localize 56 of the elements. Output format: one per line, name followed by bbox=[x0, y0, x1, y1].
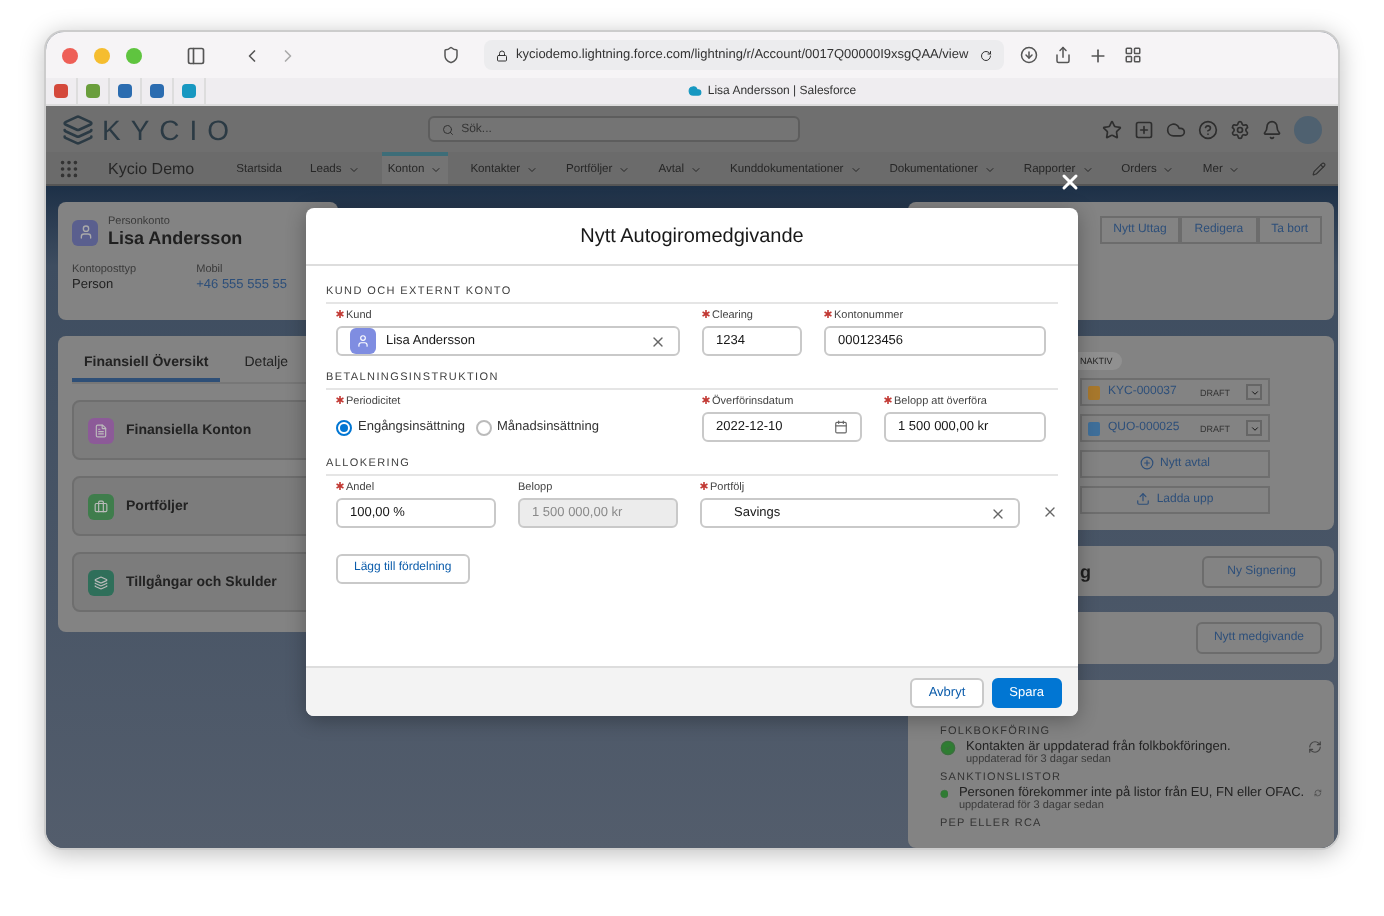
new-tab-icon[interactable] bbox=[1088, 45, 1108, 65]
chevron-down-icon[interactable] bbox=[618, 164, 631, 176]
required-icon bbox=[702, 310, 710, 318]
app-launcher-icon[interactable] bbox=[58, 157, 80, 179]
required-icon bbox=[824, 310, 832, 318]
plus-icon bbox=[1139, 456, 1154, 471]
chevron-down-icon bbox=[1249, 423, 1259, 433]
shield-icon[interactable] bbox=[442, 46, 460, 64]
card-heading: g bbox=[1080, 561, 1091, 582]
cloud-icon[interactable] bbox=[1166, 119, 1186, 139]
required-icon bbox=[702, 396, 710, 404]
sidebar-icon[interactable] bbox=[186, 45, 206, 65]
search-icon bbox=[441, 123, 454, 135]
close-window-button[interactable] bbox=[62, 47, 78, 63]
remove-icon[interactable] bbox=[1042, 504, 1058, 520]
tabs-overview-icon[interactable] bbox=[1124, 46, 1142, 64]
settings-icon[interactable] bbox=[1230, 119, 1250, 139]
dropdown-button[interactable] bbox=[1246, 420, 1262, 436]
required-icon bbox=[336, 482, 344, 490]
person-icon bbox=[350, 328, 376, 354]
chevron-down-icon[interactable] bbox=[983, 164, 996, 176]
chevron-down-icon bbox=[1249, 387, 1259, 397]
upload-icon bbox=[1136, 492, 1151, 507]
logo-text: KYCIO bbox=[102, 113, 240, 145]
minimize-button[interactable] bbox=[94, 47, 110, 63]
edit-icon[interactable] bbox=[1312, 161, 1326, 175]
chevron-down-icon[interactable] bbox=[1081, 164, 1094, 176]
dropdown-button[interactable] bbox=[1246, 384, 1262, 400]
chevron-down-icon[interactable] bbox=[690, 164, 702, 176]
add-icon[interactable] bbox=[1134, 119, 1154, 139]
clear-icon[interactable] bbox=[990, 505, 1006, 521]
required-icon bbox=[336, 396, 344, 404]
logo-icon bbox=[62, 113, 94, 145]
required-icon bbox=[884, 396, 892, 404]
calendar-icon[interactable] bbox=[834, 420, 848, 434]
share-icon[interactable] bbox=[1054, 46, 1072, 64]
favorites-icon[interactable] bbox=[1102, 119, 1122, 139]
chevron-down-icon[interactable] bbox=[430, 164, 443, 176]
notifications-icon[interactable] bbox=[1262, 119, 1282, 139]
record-name: Lisa Andersson bbox=[108, 228, 243, 248]
chevron-down-icon[interactable] bbox=[526, 164, 538, 176]
help-icon[interactable] bbox=[1198, 119, 1218, 139]
chevron-down-icon[interactable] bbox=[849, 164, 862, 176]
refresh-icon[interactable] bbox=[1308, 739, 1322, 754]
app-name: Kycio Demo bbox=[108, 159, 195, 177]
required-icon bbox=[336, 310, 344, 318]
clear-icon[interactable] bbox=[650, 333, 666, 349]
chevron-down-icon[interactable] bbox=[347, 164, 360, 176]
required-icon bbox=[700, 482, 708, 490]
person-account-icon bbox=[72, 219, 98, 245]
chevron-down-icon[interactable] bbox=[1228, 164, 1241, 176]
download-icon[interactable] bbox=[1020, 46, 1038, 64]
cloud-icon bbox=[687, 84, 702, 98]
zoom-button[interactable] bbox=[126, 47, 142, 63]
modal-title: Nytt Autogiromedgivande bbox=[306, 208, 1078, 266]
chevron-down-icon[interactable] bbox=[1162, 164, 1175, 176]
